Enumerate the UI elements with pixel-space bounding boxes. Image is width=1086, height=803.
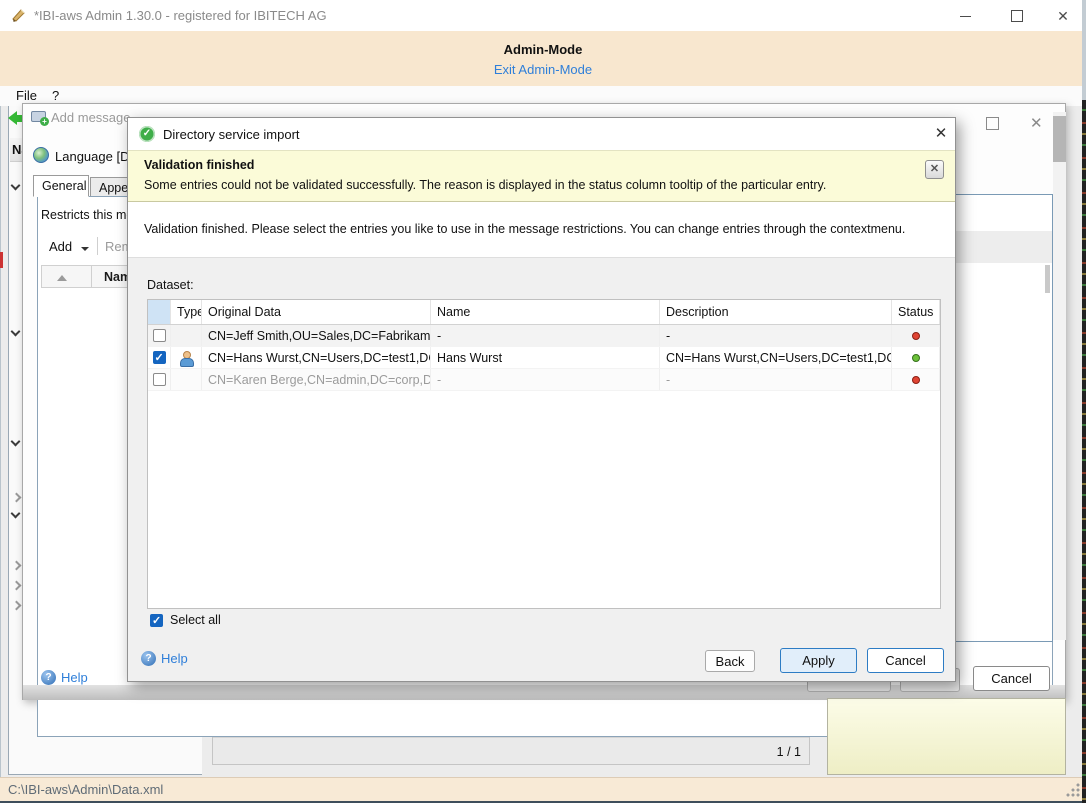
row-checkbox[interactable] [153,329,166,342]
column-divider [91,266,92,288]
description-cell: - [660,325,892,346]
toolbar-separator [97,237,98,255]
column-header-select[interactable] [148,300,171,324]
type-cell [171,369,202,390]
sort-arrow-icon [57,275,67,281]
status-dot [912,354,920,362]
dataset-table: Type Original Data Name Description Stat… [147,299,941,609]
validation-banner-message: Some entries could not be validated succ… [144,178,826,192]
scrollbar-thumb[interactable] [1045,265,1050,293]
table-row[interactable]: CN=Karen Berge,CN=admin,DC=corp,DC... - … [148,369,940,391]
close-icon[interactable] [928,124,954,146]
scrollbar-thumb[interactable] [1053,116,1066,162]
data-file-path: C:\IBI-aws\Admin\Data.xml [8,782,163,797]
scrollbar[interactable] [1053,112,1066,640]
column-header-description[interactable]: Description [660,300,892,324]
table-row[interactable]: CN=Jeff Smith,OU=Sales,DC=Fabrikam,D... … [148,325,940,347]
table-row[interactable]: CN=Hans Wurst,CN=Users,DC=test1,DC... Ha… [148,347,940,369]
description-cell: - [660,369,892,390]
table-header: Type Original Data Name Description Stat… [148,300,940,325]
close-icon[interactable] [1048,6,1078,26]
note-preview-panel [827,698,1066,775]
banner-dismiss-icon[interactable] [925,160,944,179]
column-header-type[interactable]: Type [171,300,202,324]
pager-footer: 1 / 1 [213,737,809,764]
app-window: *IBI-aws Admin 1.30.0 - registered for I… [0,0,1086,803]
chevron-right-icon[interactable] [12,601,22,611]
chevron-right-icon[interactable] [12,493,22,503]
add-message-title: Add message [51,110,131,125]
column-header-name[interactable]: Name [431,300,660,324]
status-dot [912,376,920,384]
column-header-original-data[interactable]: Original Data [202,300,431,324]
app-icon [10,7,27,24]
name-cell: - [431,325,660,346]
select-all-row[interactable]: Select all [150,613,221,627]
close-icon[interactable] [1030,114,1043,132]
screen-right-edge [1082,0,1086,803]
validation-banner-title: Validation finished [144,158,254,172]
dataset-label: Dataset: [147,278,194,292]
row-checkbox[interactable] [153,373,166,386]
original-data-cell: CN=Karen Berge,CN=admin,DC=corp,DC... [202,369,431,390]
red-indicator [0,252,3,268]
chevron-right-icon[interactable] [12,581,22,591]
menu-file[interactable]: File [16,88,37,103]
restricts-text: Restricts this me [41,208,133,222]
name-cell: Hans Wurst [431,347,660,368]
instruction-strip: Validation finished. Please select the e… [128,202,955,258]
back-button[interactable]: Back [705,650,755,672]
dialog-help-link[interactable]: Help [141,651,188,666]
type-cell [171,325,202,346]
window-title: *IBI-aws Admin 1.30.0 - registered for I… [34,8,327,23]
help-icon [41,670,56,685]
validation-banner: Validation finished Some entries could n… [128,150,955,202]
page-indicator: 1 / 1 [777,745,801,759]
add-button[interactable]: Add [49,239,72,254]
add-message-icon [31,111,46,122]
dialog-titlebar: Directory service import [128,118,955,150]
admin-mode-banner: Admin-Mode Exit Admin-Mode [0,31,1086,86]
maximize-icon[interactable] [1002,6,1032,26]
chevron-down-icon[interactable] [11,437,21,447]
tab-general[interactable]: General [33,175,89,197]
help-icon [141,651,156,666]
green-check-icon [139,126,155,142]
background-cancel-button[interactable]: Cancel [973,666,1050,691]
background-help-link[interactable]: Help [41,670,88,685]
chevron-down-icon[interactable] [11,181,21,191]
person-icon [179,351,193,365]
select-all-checkbox[interactable] [150,614,163,627]
chevron-right-icon[interactable] [12,561,22,571]
statusbar: C:\IBI-aws\Admin\Data.xml [0,777,1086,801]
status-dot [912,332,920,340]
menu-help[interactable]: ? [52,88,59,103]
main-titlebar: *IBI-aws Admin 1.30.0 - registered for I… [0,0,1086,31]
exit-admin-mode-link[interactable]: Exit Admin-Mode [0,62,1086,77]
name-cell: - [431,369,660,390]
resize-grip[interactable] [1066,783,1080,797]
minimize-icon[interactable] [950,6,980,26]
language-globe-icon [33,147,49,163]
chevron-down-icon[interactable] [11,327,21,337]
column-header-status[interactable]: Status [892,300,940,324]
help-label: Help [161,651,188,666]
chevron-down-icon [81,247,89,251]
help-label: Help [61,670,88,685]
maximize-icon[interactable] [986,117,999,130]
apply-button[interactable]: Apply [780,648,857,673]
original-data-cell: CN=Hans Wurst,CN=Users,DC=test1,DC... [202,347,431,368]
cancel-button[interactable]: Cancel [867,648,944,673]
row-checkbox[interactable] [153,351,166,364]
directory-service-import-dialog: Directory service import Validation fini… [127,117,956,682]
instruction-text: Validation finished. Please select the e… [144,222,905,236]
description-cell: CN=Hans Wurst,CN=Users,DC=test1,DC... [660,347,892,368]
original-data-cell: CN=Jeff Smith,OU=Sales,DC=Fabrikam,D... [202,325,431,346]
dialog-title: Directory service import [163,127,300,142]
chevron-down-icon[interactable] [11,509,21,519]
admin-mode-title: Admin-Mode [0,42,1086,57]
select-all-label: Select all [170,613,221,627]
